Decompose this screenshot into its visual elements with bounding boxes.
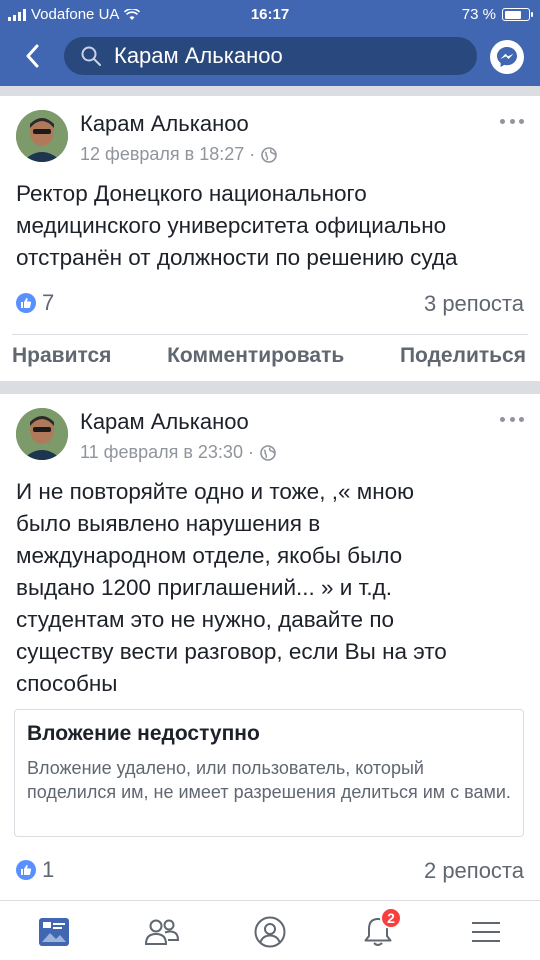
like-button[interactable]: Нравится (12, 344, 111, 374)
clock: 16:17 (250, 6, 290, 23)
post-meta: 11 февраля в 23:30 · (80, 442, 276, 463)
tab-friends[interactable] (142, 913, 182, 951)
news-feed-icon (39, 918, 69, 946)
post-card: Карам Альканоо 12 февраля в 18:27 · Рект… (0, 96, 540, 381)
search-query: Карам Альканоо (114, 43, 283, 68)
notification-badge: 2 (380, 907, 402, 929)
shares-count[interactable]: 3 репоста (424, 291, 524, 317)
avatar-image (16, 408, 68, 460)
status-right: 73 % (461, 6, 533, 23)
back-button[interactable] (12, 38, 52, 74)
more-options-icon[interactable] (498, 412, 526, 426)
messenger-button[interactable] (490, 40, 524, 74)
post-date[interactable]: 11 февраля в 23:30 · (80, 442, 254, 463)
search-icon (81, 46, 101, 66)
avatar-image (16, 110, 68, 162)
like-reaction-icon (16, 860, 36, 880)
globe-icon (260, 444, 276, 461)
attachment-message: Вложение удалено, или пользователь, кото… (27, 758, 511, 802)
share-button[interactable]: Поделиться (400, 344, 526, 374)
tab-menu[interactable] (466, 913, 506, 951)
menu-icon (472, 922, 500, 942)
battery-level (504, 10, 522, 19)
post-author[interactable]: Карам Альканоо (80, 111, 249, 137)
bottom-tab-bar: 2 (0, 900, 540, 960)
chevron-left-icon (26, 44, 39, 68)
battery-percent: 73 % (461, 6, 496, 23)
messenger-icon (497, 47, 517, 67)
tab-news-feed[interactable] (34, 913, 74, 951)
like-reaction-icon (16, 293, 36, 313)
post-actions: Нравится Комментировать Поделиться (0, 344, 540, 374)
reactions-summary[interactable]: 1 (16, 857, 54, 883)
post-card: Карам Альканоо 11 февраля в 23:30 · И не… (0, 394, 540, 900)
post-author[interactable]: Карам Альканоо (80, 409, 249, 435)
more-options-icon[interactable] (498, 114, 526, 128)
tab-notifications[interactable]: 2 (358, 907, 402, 951)
reactions-summary[interactable]: 7 (16, 290, 54, 316)
post-text: Ректор Донецкого национального медицинск… (16, 181, 458, 270)
profile-icon (254, 916, 286, 948)
globe-icon (261, 146, 278, 163)
attachment-title: Вложение недоступно (27, 722, 260, 745)
likes-count: 7 (42, 290, 55, 315)
attachment-unavailable: Вложение недоступно Вложение удалено, ил… (14, 709, 524, 837)
search-input[interactable]: Карам Альканоо (64, 37, 477, 75)
shares-count[interactable]: 2 репоста (424, 858, 524, 884)
avatar[interactable] (16, 110, 68, 162)
post-date[interactable]: 12 февраля в 18:27 · (80, 144, 255, 165)
post-text: И не повторяйте одно и тоже, ,« мною был… (16, 479, 447, 696)
divider (12, 334, 528, 335)
likes-count: 1 (42, 857, 55, 882)
top-bar: Vodafone UA 16:17 73 % Карам Альканоо (0, 0, 540, 86)
tab-profile[interactable] (250, 913, 290, 951)
avatar[interactable] (16, 408, 68, 460)
comment-button[interactable]: Комментировать (167, 344, 344, 374)
post-meta: 12 февраля в 18:27 · (80, 144, 278, 165)
status-bar: Vodafone UA 16:17 73 % (0, 0, 540, 30)
friends-icon (145, 919, 179, 945)
battery-icon (502, 8, 533, 21)
